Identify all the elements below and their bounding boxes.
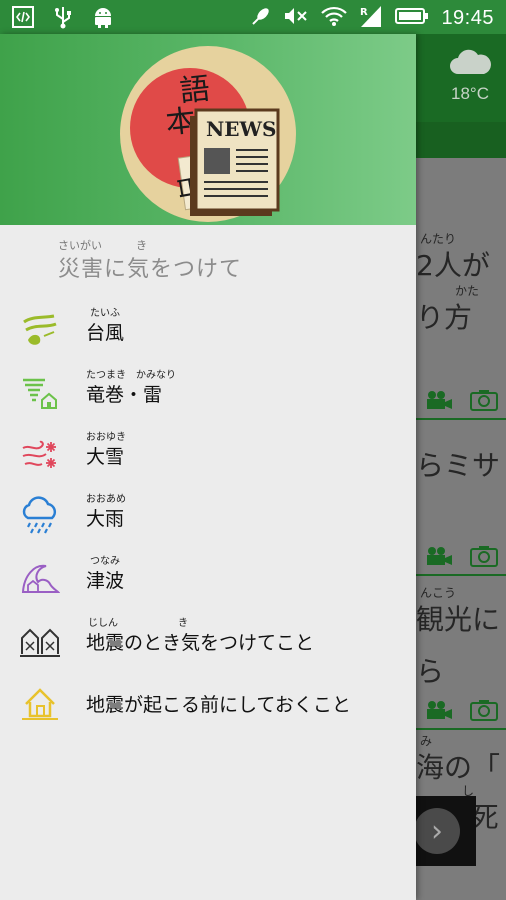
menu-item-label: 地震が起こる前にしておくこと — [86, 694, 351, 716]
section-ruby: さいがい き — [58, 239, 147, 252]
menu-item-typhoon[interactable]: たいふ 台風 — [0, 298, 416, 360]
bg-divider — [416, 574, 506, 576]
cloud-icon — [450, 49, 491, 74]
dev-tools-icon — [10, 5, 36, 29]
snowstorm-icon — [22, 440, 56, 468]
menu-item-heavy-snow[interactable]: おおゆき 大雪 — [0, 422, 416, 484]
satellite-icon — [251, 6, 271, 31]
menu-item-tornado-thunder[interactable]: たつまき かみなり 竜巻・雷 — [0, 360, 416, 422]
bg-headline[interactable]: らミサ — [416, 444, 500, 484]
camera-icon — [469, 390, 498, 411]
next-arrow-icon[interactable]: › — [414, 808, 460, 854]
menu-item-label: 大雨 — [86, 508, 125, 530]
weather-temperature: 18°C — [451, 84, 489, 103]
clock: 19:45 — [441, 7, 494, 29]
system-icons: R 19:45 — [251, 4, 494, 33]
menu-item-earthquake-tips[interactable]: じしん き 地震のとき気をつけてこと — [0, 608, 416, 670]
bg-headline[interactable]: 観光に — [416, 598, 500, 638]
battery-icon — [395, 7, 429, 30]
heavy-rain-icon — [22, 496, 57, 534]
bg-media-icons — [416, 384, 506, 416]
weather-widget: 18°C — [448, 48, 492, 104]
house-prepare-icon — [22, 688, 58, 720]
earthquake-icon — [20, 628, 60, 657]
bg-headline[interactable]: 2人が — [416, 244, 490, 284]
menu-item-label: 台風 — [86, 322, 125, 344]
svg-text:R: R — [360, 7, 368, 18]
tornado-icon — [23, 378, 57, 409]
svg-text:NEWS: NEWS — [206, 117, 276, 141]
svg-text:語: 語 — [178, 71, 211, 109]
bg-headline[interactable]: 海の「 — [416, 746, 500, 786]
mute-icon — [283, 6, 309, 31]
wifi-icon — [321, 5, 348, 32]
android-icon — [90, 5, 116, 29]
menu-item-label: 地震のとき気をつけてこと — [86, 632, 315, 654]
status-bar: R 19:45 — [0, 0, 506, 34]
video-camera-icon — [426, 701, 452, 719]
menu-item-label: 竜巻・雷 — [86, 384, 163, 406]
menu-item-label: 大雪 — [86, 446, 125, 468]
video-camera-icon — [426, 547, 452, 565]
notification-icons — [10, 5, 116, 29]
menu-item-heavy-rain[interactable]: おおあめ 大雨 — [0, 484, 416, 546]
menu-item-label: 津波 — [86, 570, 125, 592]
navigation-drawer: 本 語 日 NEWS さいがい き 災害に気をつけて たいふ 台風 たつまき か… — [0, 34, 416, 900]
drawer-header: 本 語 日 NEWS — [0, 34, 416, 225]
app-logo-icon: 本 語 日 NEWS — [120, 46, 296, 222]
camera-icon — [469, 700, 498, 721]
camera-icon — [469, 546, 498, 567]
menu-item-tsunami[interactable]: つなみ 津波 — [0, 546, 416, 608]
bg-divider — [416, 418, 506, 420]
menu-item-earthquake-prep[interactable]: 地震が起こる前にしておくこと — [0, 670, 416, 732]
video-camera-icon — [426, 391, 452, 409]
section-title-text: 災害に気をつけて — [58, 257, 243, 282]
bg-media-icons — [416, 540, 506, 572]
bg-headline[interactable]: ら — [416, 650, 444, 690]
signal-roaming-icon: R — [359, 4, 383, 33]
bg-divider — [416, 728, 506, 730]
bg-headline[interactable]: り方 — [416, 296, 472, 336]
section-heading: さいがい き 災害に気をつけて — [58, 237, 242, 283]
tsunami-icon — [21, 564, 60, 593]
bg-media-icons — [416, 694, 506, 726]
usb-icon — [50, 5, 76, 29]
typhoon-icon — [23, 314, 57, 345]
